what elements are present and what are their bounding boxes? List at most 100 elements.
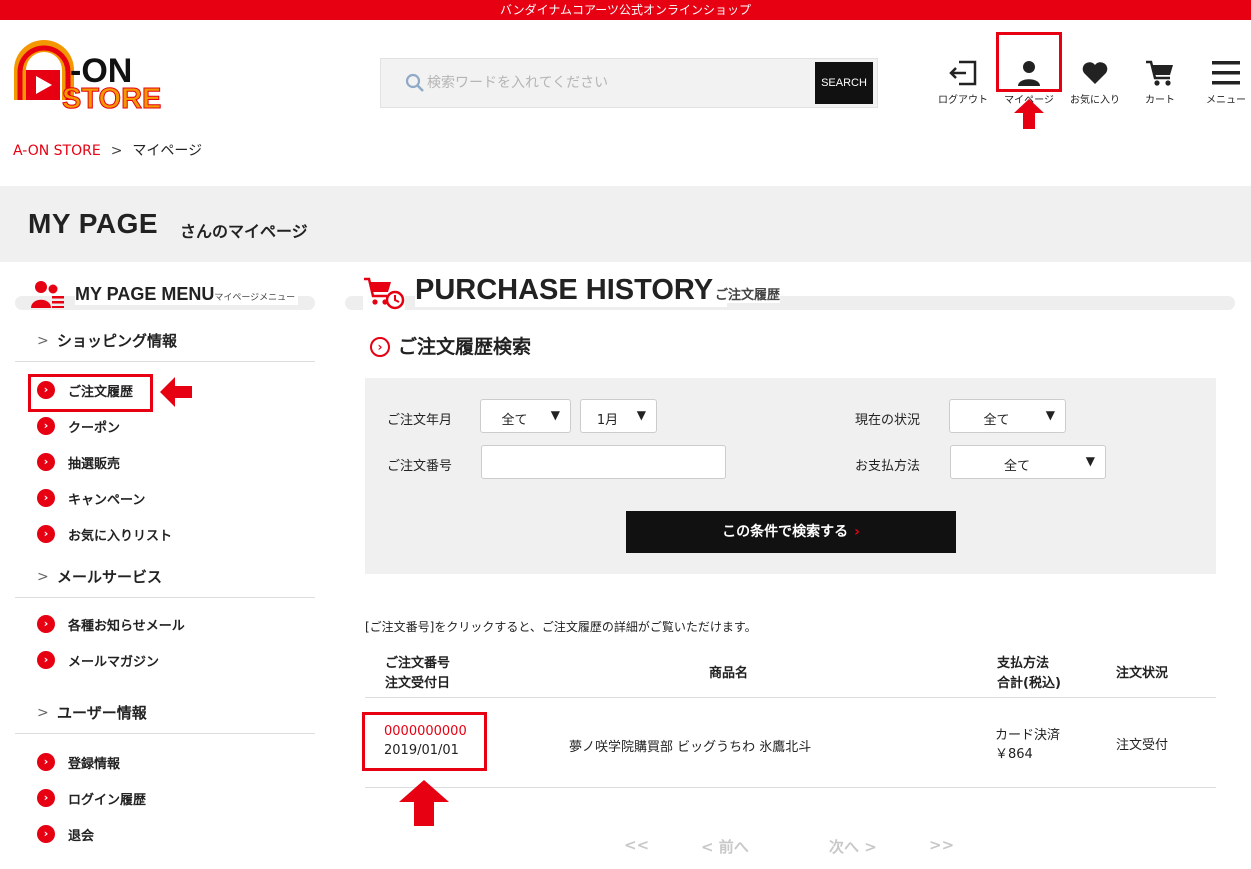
breadcrumb-home-link[interactable]: A-ON STORE <box>13 143 101 159</box>
payment-select[interactable]: 全て ▼ <box>950 445 1106 479</box>
order-no-input[interactable] <box>481 445 726 479</box>
page-title: MY PAGE <box>28 208 159 239</box>
cart-button[interactable]: カート <box>1140 58 1180 106</box>
menu-label: メニュー <box>1206 95 1246 106</box>
purchase-history-heading: PURCHASE HISTORY <box>415 274 728 307</box>
order-no-label: ご注文番号 <box>387 459 453 474</box>
chevron-circle-icon: › <box>37 753 55 771</box>
sidebar-section-label: ショッピング情報 <box>57 332 178 350</box>
logout-button[interactable]: ログアウト <box>937 58 989 106</box>
search-submit-button[interactable]: この条件で検索する › <box>626 511 956 553</box>
sidebar-item-label: キャンペーン <box>68 493 146 508</box>
order-year-select[interactable]: 全て ▼ <box>480 399 571 433</box>
col-product: 商品名 <box>709 666 749 681</box>
store-logo-image: -ON STORE <box>14 40 162 116</box>
col-order-date: 注文受付日 <box>385 676 451 691</box>
chevron-circle-icon: › <box>37 489 55 507</box>
sidebar-item-withdraw[interactable]: › 退会 <box>15 816 315 852</box>
search-icon <box>405 73 425 97</box>
order-status: 注文受付 <box>1116 738 1169 753</box>
sidebar-section-mail[interactable]: > メールサービス <box>15 552 315 598</box>
order-payment: カード決済 <box>995 728 1061 743</box>
pager-prev[interactable]: < 前へ <box>701 836 749 857</box>
sidebar-item-label: クーポン <box>68 421 121 436</box>
sidebar-item-label: お気に入りリスト <box>68 529 173 544</box>
heart-icon <box>1066 58 1124 88</box>
main-content: PURCHASE HISTORY ご注文履歴 › ご注文履歴検索 ご注文年月 全て… <box>345 270 1235 856</box>
order-search-heading: › ご注文履歴検索 <box>370 332 531 359</box>
cart-history-icon <box>363 276 405 314</box>
breadcrumb-current: マイページ <box>132 143 203 159</box>
status-label: 現在の状況 <box>855 413 921 428</box>
search-button[interactable]: SEARCH <box>815 62 873 104</box>
breadcrumb-separator: > <box>110 143 123 159</box>
cart-icon <box>1140 58 1180 88</box>
search-input[interactable] <box>427 71 787 95</box>
favorites-label: お気に入り <box>1070 95 1120 106</box>
sidebar-item-label: 各種お知らせメール <box>68 619 185 634</box>
sidebar-item-lottery[interactable]: › 抽選販売 <box>15 444 315 480</box>
chevron-circle-icon: › <box>37 825 55 843</box>
order-history-highlight-box <box>28 374 153 412</box>
menu-button[interactable]: メニュー <box>1204 58 1248 106</box>
cart-label: カート <box>1145 95 1175 106</box>
arrow-up-icon <box>1014 99 1044 129</box>
header: -ON STORE SEARCH ログアウト マイページ お気に入り カート <box>0 20 1251 116</box>
chevron-circle-icon: › <box>370 337 390 357</box>
sidebar-item-notification-mail[interactable]: › 各種お知らせメール <box>15 606 315 642</box>
order-month-value: 1月 <box>596 413 619 428</box>
arrow-left-icon <box>160 377 192 407</box>
pager-next[interactable]: 次へ > <box>829 836 877 857</box>
sidebar-item-label: 退会 <box>68 829 95 844</box>
sidebar-title: MY PAGE MENUマイページメニュー <box>15 276 315 316</box>
sidebar-section-user[interactable]: > ユーザー情報 <box>15 688 315 734</box>
col-payment: 支払方法 <box>997 656 1050 671</box>
order-no-highlight-box <box>362 712 487 771</box>
sidebar-item-favorites-list[interactable]: › お気に入りリスト <box>15 516 315 552</box>
mypage-highlight-box <box>996 32 1062 92</box>
payment-value: 全て <box>1003 459 1030 474</box>
arrow-up-icon <box>399 780 449 826</box>
chevron-circle-icon: › <box>37 453 55 471</box>
store-logo[interactable]: -ON STORE <box>12 30 177 116</box>
col-status: 注文状況 <box>1116 666 1169 681</box>
order-date-label: ご注文年月 <box>387 413 453 428</box>
hamburger-icon <box>1204 58 1248 88</box>
sidebar-item-label: ログイン履歴 <box>68 793 147 808</box>
sidebar-item-campaign[interactable]: › キャンペーン <box>15 480 315 516</box>
logout-icon <box>937 58 989 88</box>
sidebar-item-registration[interactable]: › 登録情報 <box>15 744 315 780</box>
sidebar: MY PAGE MENUマイページメニュー > ショッピング情報 › ご注文履歴 ›… <box>15 276 315 852</box>
sidebar-item-login-history[interactable]: › ログイン履歴 <box>15 780 315 816</box>
col-total: 合計(税込) <box>997 676 1061 691</box>
page-subtitle: さんのマイページ <box>180 222 308 241</box>
sidebar-item-label: 登録情報 <box>68 757 121 772</box>
chevron-circle-icon: › <box>37 615 55 633</box>
favorites-button[interactable]: お気に入り <box>1066 58 1124 106</box>
users-icon <box>31 280 65 312</box>
order-list-note: [ご注文番号]をクリックすると、ご注文履歴の詳細がご覧いただけます。 <box>365 620 757 634</box>
sidebar-item-coupon[interactable]: › クーポン <box>15 408 315 444</box>
status-select[interactable]: 全て ▼ <box>949 399 1066 433</box>
top-banner-text: バンダイナムコアーツ公式オンラインショップ <box>499 3 752 17</box>
sidebar-section-label: ユーザー情報 <box>57 704 147 722</box>
breadcrumb: A-ON STORE > マイページ <box>13 140 202 160</box>
sidebar-section-shopping[interactable]: > ショッピング情報 <box>15 316 315 362</box>
purchase-history-subheading: ご注文履歴 <box>715 284 781 303</box>
order-month-select[interactable]: 1月 ▼ <box>580 399 657 433</box>
caret-down-icon: ▼ <box>1085 454 1095 468</box>
caret-down-icon: ▼ <box>550 408 560 422</box>
sidebar-title-main: MY PAGE MENU <box>75 284 215 304</box>
logout-label: ログアウト <box>938 95 988 106</box>
order-search-form: ご注文年月 全て ▼ 1月 ▼ 現在の状況 全て ▼ ご注文番号 お支払方法 全て ▼ … <box>365 378 1216 574</box>
col-order-no: ご注文番号 <box>385 656 451 671</box>
order-product: 夢ノ咲学院購買部 ビッグうちわ 氷鷹北斗 <box>569 740 812 755</box>
pager-first[interactable]: << <box>624 836 649 854</box>
sidebar-item-newsletter[interactable]: › メールマガジン <box>15 642 315 678</box>
chevron-right-icon: > <box>37 569 49 585</box>
sidebar-item-label: 抽選販売 <box>68 457 121 472</box>
pager-last[interactable]: >> <box>929 836 954 854</box>
chevron-circle-icon: › <box>37 651 55 669</box>
order-total: ￥864 <box>995 747 1033 762</box>
order-search-heading-text: ご注文履歴検索 <box>398 336 532 358</box>
